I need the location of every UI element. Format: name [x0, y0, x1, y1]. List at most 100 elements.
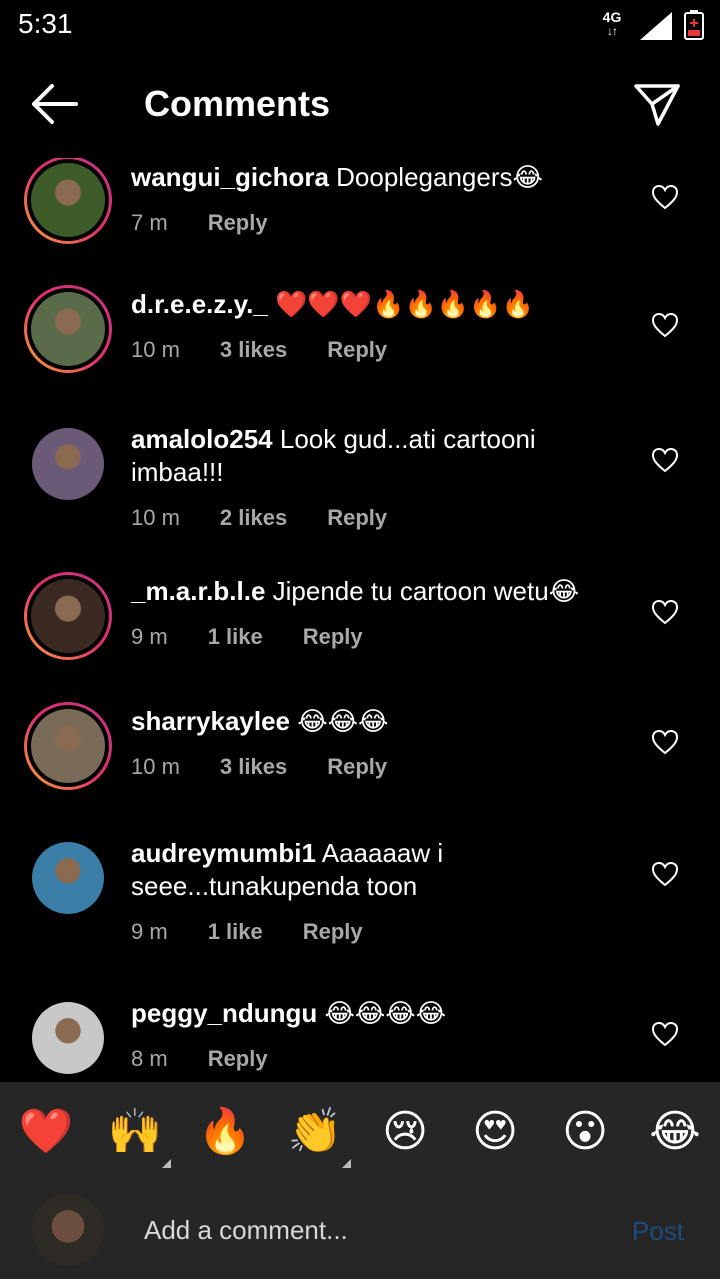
comment-likes[interactable]: 3 likes: [220, 333, 287, 366]
heart-icon: [651, 729, 679, 755]
comment-text: 😂😂😂: [290, 706, 389, 736]
comment-composer: Post: [0, 1182, 720, 1279]
like-button[interactable]: [651, 729, 679, 755]
avatar-frame: [27, 159, 109, 241]
comment-likes[interactable]: 1 like: [208, 915, 263, 948]
network-indicator: 4G ↓↑: [598, 10, 626, 38]
network-arrows: ↓↑: [607, 24, 618, 38]
reply-button[interactable]: Reply: [327, 333, 387, 366]
avatar-frame: [27, 705, 109, 787]
avatar-image: [32, 1002, 104, 1074]
avatar: [32, 1194, 104, 1266]
comment-meta: 8 m Reply: [131, 1042, 621, 1075]
comment-text-line: audreymumbi1 Aaaaaaw i seee...tunakupend…: [131, 837, 621, 903]
reaction-emoji[interactable]: 😮: [557, 1104, 613, 1160]
post-button[interactable]: Post: [632, 1216, 684, 1247]
comment-time: 10 m: [131, 754, 180, 779]
avatar[interactable]: [24, 158, 112, 244]
comment-meta: 10 m 3 likes Reply: [131, 750, 621, 783]
comment-time: 7 m: [131, 210, 168, 235]
comment-body: sharrykaylee 😂😂😂 10 m 3 likes Reply: [131, 705, 621, 783]
comment-body: amalolo254 Look gud...ati cartooni imbaa…: [131, 423, 621, 534]
avatar[interactable]: [24, 572, 112, 660]
reply-button[interactable]: Reply: [327, 501, 387, 534]
comment-username[interactable]: sharrykaylee: [131, 706, 290, 736]
comment-likes[interactable]: 3 likes: [220, 750, 287, 783]
like-button[interactable]: [651, 447, 679, 473]
comment-username[interactable]: peggy_ndungu: [131, 998, 317, 1028]
share-button[interactable]: [630, 80, 686, 128]
comment-username[interactable]: d.r.e.e.z.y._: [131, 289, 268, 319]
comment-time: 10 m: [131, 505, 180, 530]
quick-reaction-bar: ❤️ 🙌 🔥 👏 😢 😍 😮 😂: [0, 1082, 720, 1182]
back-button[interactable]: [28, 80, 84, 128]
heart-icon: [651, 861, 679, 887]
avatar[interactable]: [24, 834, 112, 922]
page-title: Comments: [144, 83, 331, 124]
comment-meta: 9 m 1 like Reply: [131, 915, 621, 948]
reply-button[interactable]: Reply: [208, 1042, 268, 1075]
avatar-image: [31, 579, 105, 653]
like-button[interactable]: [651, 1021, 679, 1047]
avatar-image: [31, 292, 105, 366]
comment-list[interactable]: wangui_gichora Dooplegangers😂 7 m Reply d.r…: [0, 158, 720, 1082]
like-button[interactable]: [651, 184, 679, 210]
skin-tone-indicator-icon: [162, 1159, 171, 1168]
comment-username[interactable]: audreymumbi1: [131, 838, 316, 868]
comment-username[interactable]: _m.a.r.b.l.e: [131, 576, 265, 606]
reaction-emoji[interactable]: 😍: [467, 1104, 523, 1160]
reaction-emoji-glyph: 😂: [649, 1107, 701, 1156]
comment-likes[interactable]: 2 likes: [220, 501, 287, 534]
avatar[interactable]: [24, 994, 112, 1082]
avatar-frame: [27, 288, 109, 370]
comment-body: peggy_ndungu 😂😂😂😂 8 m Reply: [131, 997, 621, 1075]
comment-body: audreymumbi1 Aaaaaaw i seee...tunakupend…: [131, 837, 621, 948]
comment-body: wangui_gichora Dooplegangers😂 7 m Reply: [131, 161, 621, 239]
reaction-emoji[interactable]: 👏: [287, 1104, 351, 1168]
comment-text: 😂😂😂😂: [317, 998, 447, 1028]
comment-username[interactable]: amalolo254: [131, 424, 273, 454]
comment-username[interactable]: wangui_gichora: [131, 162, 329, 192]
reaction-emoji[interactable]: 😂: [647, 1104, 703, 1160]
comment-meta: 10 m 3 likes Reply: [131, 333, 621, 366]
comment-body: _m.a.r.b.l.e Jipende tu cartoon wetu😂 9 m…: [131, 575, 621, 653]
reaction-emoji-glyph: 🙌: [107, 1107, 163, 1156]
reaction-emoji-glyph: ❤️: [18, 1107, 74, 1156]
reaction-emoji-glyph: 😢: [382, 1107, 428, 1156]
comment-meta: 7 m Reply: [131, 206, 621, 239]
comment-text-line: amalolo254 Look gud...ati cartooni imbaa…: [131, 423, 621, 489]
avatar-frame: [27, 575, 109, 657]
reply-button[interactable]: Reply: [327, 750, 387, 783]
reply-button[interactable]: Reply: [303, 915, 363, 948]
avatar[interactable]: [24, 420, 112, 508]
comment-text-line: peggy_ndungu 😂😂😂😂: [131, 997, 621, 1030]
avatar-image: [32, 428, 104, 500]
avatar-image: [31, 709, 105, 783]
comment-likes[interactable]: 1 like: [208, 620, 263, 653]
network-type: 4G: [602, 9, 622, 25]
comment-time: 9 m: [131, 919, 168, 944]
like-button[interactable]: [651, 861, 679, 887]
status-time: 5:31: [18, 8, 73, 39]
reply-button[interactable]: Reply: [208, 206, 268, 239]
reply-button[interactable]: Reply: [303, 620, 363, 653]
avatar-image: [31, 163, 105, 237]
avatar[interactable]: [24, 702, 112, 790]
reaction-emoji[interactable]: 🔥: [197, 1104, 253, 1160]
heart-icon: [651, 599, 679, 625]
avatar-frame: [32, 428, 104, 500]
arrow-left-icon: [32, 84, 78, 124]
reaction-emoji[interactable]: 🙌: [107, 1104, 171, 1168]
reaction-emoji[interactable]: 😢: [377, 1104, 433, 1160]
like-button[interactable]: [651, 599, 679, 625]
comment-text-line: wangui_gichora Dooplegangers😂: [131, 161, 621, 194]
comment-time: 10 m: [131, 337, 180, 362]
skin-tone-indicator-icon: [342, 1159, 351, 1168]
heart-icon: [651, 447, 679, 473]
heart-icon: [651, 1021, 679, 1047]
paper-plane-icon: [634, 84, 680, 126]
comment-input[interactable]: [144, 1210, 594, 1250]
avatar[interactable]: [24, 285, 112, 373]
like-button[interactable]: [651, 312, 679, 338]
reaction-emoji[interactable]: ❤️: [18, 1104, 74, 1160]
